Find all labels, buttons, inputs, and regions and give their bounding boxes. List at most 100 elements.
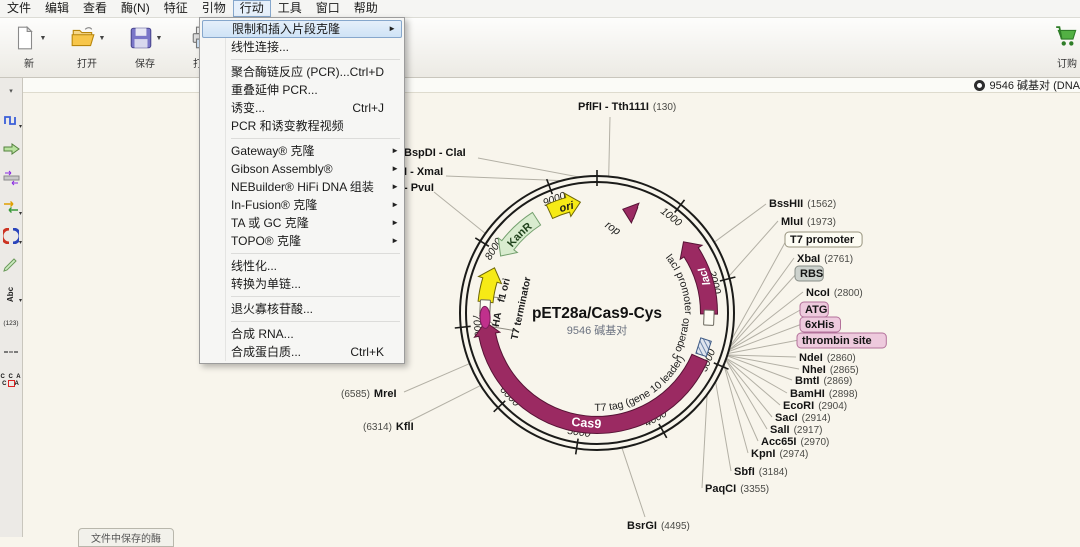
menu-item-label: Gateway® 克隆 xyxy=(231,144,315,158)
site-label-mrei[interactable]: (6585) MreI xyxy=(341,388,397,400)
collapse-tool-icon[interactable]: ▾ xyxy=(0,80,22,102)
new-button[interactable]: ▼ 新 xyxy=(6,18,52,70)
menubar-item-8[interactable]: 工具 xyxy=(271,1,309,16)
site-leader-line xyxy=(728,323,803,353)
dropdown-caret-icon[interactable]: ▼ xyxy=(99,35,106,42)
menu-separator xyxy=(231,321,400,322)
site-label-t7-promoter[interactable]: T7 promoter xyxy=(790,234,855,246)
numbering-tool-icon[interactable]: (123) xyxy=(0,312,22,334)
menubar-item-10[interactable]: 帮助 xyxy=(347,1,385,16)
site-label-paqci[interactable]: PaqCI (3355) xyxy=(705,483,769,495)
site-leader-line xyxy=(433,191,486,234)
action-menu-item-14[interactable]: TOPO® 克隆 ► xyxy=(200,232,404,250)
action-menu-item-16[interactable]: 线性化... xyxy=(200,257,404,275)
enzyme-set-tab[interactable]: 文件中保存的酶 xyxy=(78,528,174,547)
site-label-saci[interactable]: SacI (2914) xyxy=(775,412,831,424)
site-label-xbai[interactable]: XbaI (2761) xyxy=(797,253,853,265)
action-menu-item-10[interactable]: Gibson Assembly® ► xyxy=(200,160,404,178)
site-label-bsrgi[interactable]: BsrGI (4495) xyxy=(627,520,690,532)
menu-item-label: 合成蛋白质... xyxy=(231,345,302,359)
action-menu-item-17[interactable]: 转换为单链... xyxy=(200,275,404,293)
site-leader-line xyxy=(714,203,767,243)
site-label-i-xmai[interactable]: I - XmaI xyxy=(404,166,443,178)
dropdown-caret-icon[interactable]: ▼ xyxy=(156,35,163,42)
menubar-item-9[interactable]: 窗口 xyxy=(309,1,347,16)
save-button[interactable]: ▼ 保存 xyxy=(122,18,168,70)
action-menu-item-22[interactable]: 合成蛋白质... Ctrl+K xyxy=(200,343,404,361)
menu-item-label: Gibson Assembly® xyxy=(231,162,333,176)
menubar-item-5[interactable]: 特征 xyxy=(157,1,195,16)
site-label-bsshii[interactable]: BssHII (1562) xyxy=(769,198,836,210)
action-menu-item-13[interactable]: TA 或 GC 克隆 ► xyxy=(200,214,404,232)
sequence-length-text: 9546 碱基对 (DNA xyxy=(989,80,1080,92)
site-label-acc65i[interactable]: Acc65I (2970) xyxy=(761,436,829,448)
site-label-ncoi[interactable]: NcoI (2800) xyxy=(806,287,863,299)
site-label-thrombin-site[interactable]: thrombin site xyxy=(802,335,872,347)
site-label-ndei[interactable]: NdeI (2860) xyxy=(799,352,856,364)
action-menu-item-11[interactable]: NEBuilder® HiFi DNA 组装 ► xyxy=(200,178,404,196)
site-label--pvui[interactable]: - PvuI xyxy=(404,182,434,194)
plasmid-title: pET28a/Cas9-Cys xyxy=(532,305,662,322)
menubar-item-2[interactable]: 编辑 xyxy=(38,1,76,16)
enzymes-tool-icon[interactable]: ▾ xyxy=(0,109,22,131)
action-menu-item-9[interactable]: Gateway® 克隆 ► xyxy=(200,142,404,160)
labels-tool-icon[interactable]: Abc ▾ xyxy=(0,283,23,305)
tool-caret-icon[interactable]: ▾ xyxy=(19,211,22,217)
action-menu-item-6[interactable]: 诱变... Ctrl+J xyxy=(200,99,404,117)
annotate-tool-icon[interactable] xyxy=(0,254,22,276)
action-menu-item-5[interactable]: 重叠延伸 PCR... xyxy=(200,81,404,99)
site-label-bamhi[interactable]: BamHI (2898) xyxy=(790,388,858,400)
dropdown-caret-icon[interactable]: ▼ xyxy=(40,35,47,42)
menu-separator xyxy=(231,59,400,60)
spacing-tool-icon[interactable] xyxy=(0,341,22,363)
codons-tool-icon[interactable]: C C ACA xyxy=(0,370,22,392)
menu-item-label: 聚合酶链反应 (PCR)... xyxy=(231,65,350,79)
site-label-atg[interactable]: ATG xyxy=(805,304,827,316)
menubar-item-7[interactable]: 行动 xyxy=(232,0,271,17)
site-label-bspdi-clai[interactable]: BspDI - ClaI xyxy=(404,147,466,159)
action-menu-item-4[interactable]: 聚合酶链反应 (PCR)... Ctrl+D xyxy=(200,63,404,81)
feature-rop[interactable] xyxy=(622,202,640,224)
action-menu-item-19[interactable]: 退火寡核苷酸... xyxy=(200,300,404,318)
action-menu-item-1[interactable]: 限制和插入片段克隆 ► xyxy=(202,20,402,38)
tool-caret-icon[interactable]: ▾ xyxy=(19,240,22,246)
menu-item-shortcut: Ctrl+D xyxy=(349,65,384,79)
side-toolbar: ▾ ▾ ▾ ▾ Abc ▾ (123) C C ACA xyxy=(0,78,23,537)
site-label-sali[interactable]: SalI (2917) xyxy=(770,424,822,436)
site-leader-line xyxy=(621,447,646,518)
action-menu-item-12[interactable]: In-Fusion® 克隆 ► xyxy=(200,196,404,214)
menu-item-shortcut: Ctrl+J xyxy=(352,101,384,115)
menubar-item-1[interactable]: 文件 xyxy=(0,1,38,16)
feature-label-t7-terminator: T7 terminator xyxy=(510,276,534,341)
tool-caret-icon[interactable]: ▾ xyxy=(19,298,22,304)
site-label-kfli[interactable]: (6314) KflI xyxy=(363,421,414,433)
features-tool-icon[interactable] xyxy=(0,138,22,160)
order-button[interactable]: 订购 xyxy=(1044,18,1080,70)
menubar-item-6[interactable]: 引物 xyxy=(195,1,233,16)
gc-content-tool-icon[interactable]: ▾ xyxy=(0,225,22,247)
site-label-bmti[interactable]: BmtI (2869) xyxy=(795,375,852,387)
translations-tool-icon[interactable]: ▾ xyxy=(0,196,22,218)
site-leader-line xyxy=(725,359,773,418)
site-label-6xhis[interactable]: 6xHis xyxy=(805,319,834,331)
menubar-item-4[interactable]: 酶(N) xyxy=(114,1,157,16)
site-label-sbfi[interactable]: SbfI (3184) xyxy=(734,466,788,478)
open-button[interactable]: ▼ 打开 xyxy=(64,18,110,70)
action-menu-item-21[interactable]: 合成 RNA... xyxy=(200,325,404,343)
site-label-ecori[interactable]: EcoRI (2904) xyxy=(783,400,847,412)
tool-caret-icon[interactable]: ▾ xyxy=(19,124,22,130)
menubar-item-3[interactable]: 查看 xyxy=(76,1,114,16)
action-menu-item-2[interactable]: 线性连接... xyxy=(200,38,404,56)
action-menu-item-7[interactable]: PCR 和诱变教程视频 xyxy=(200,117,404,135)
menu-item-label: 线性连接... xyxy=(231,40,290,54)
site-label-mlui[interactable]: MluI (1973) xyxy=(781,216,836,228)
site-leader-line xyxy=(727,354,797,358)
site-label-rbs[interactable]: RBS xyxy=(800,268,823,280)
feature-laci-promoter[interactable] xyxy=(703,309,715,326)
submenu-arrow-icon: ► xyxy=(388,24,396,33)
feature-ha[interactable] xyxy=(479,305,491,329)
tick-label: 1000 xyxy=(658,205,684,229)
site-label-pflfi-tth111i[interactable]: PflFI - Tth111I (130) xyxy=(578,101,676,113)
site-label-kpni[interactable]: KpnI (2974) xyxy=(751,448,808,460)
primers-tool-icon[interactable] xyxy=(0,167,22,189)
